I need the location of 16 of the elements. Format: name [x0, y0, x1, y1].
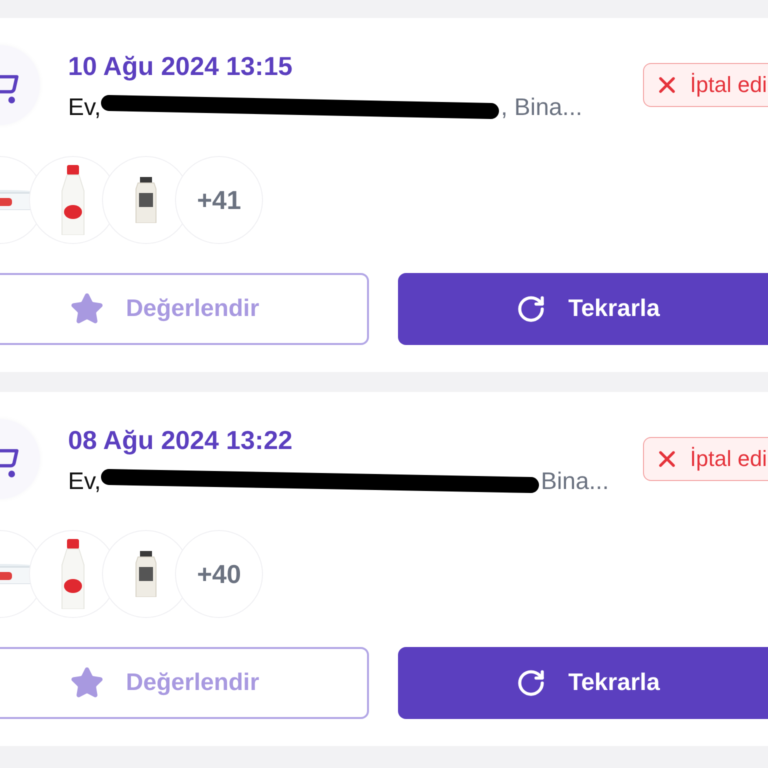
- order-date: 08 Ağu 2024 13:22: [68, 425, 294, 455]
- address-label: Ev,: [68, 467, 101, 497]
- more-count: +40: [175, 530, 263, 618]
- order-date: 10 Ağu 2024 13:15: [68, 51, 294, 81]
- more-count: +41: [175, 156, 263, 244]
- reorder-button[interactable]: Tekrarla: [398, 273, 768, 345]
- refresh-icon: [516, 294, 546, 324]
- refresh-icon: [516, 668, 546, 698]
- reorder-button[interactable]: Tekrarla: [398, 647, 768, 719]
- status-badge: İptal edi: [642, 63, 768, 107]
- star-icon: [70, 292, 104, 326]
- address-text: Bina...: [540, 467, 609, 497]
- status-badge: İptal edi: [642, 437, 768, 481]
- address-text: , Bina...: [500, 93, 582, 123]
- address-label: Ev,: [68, 93, 101, 123]
- star-icon: [70, 666, 104, 700]
